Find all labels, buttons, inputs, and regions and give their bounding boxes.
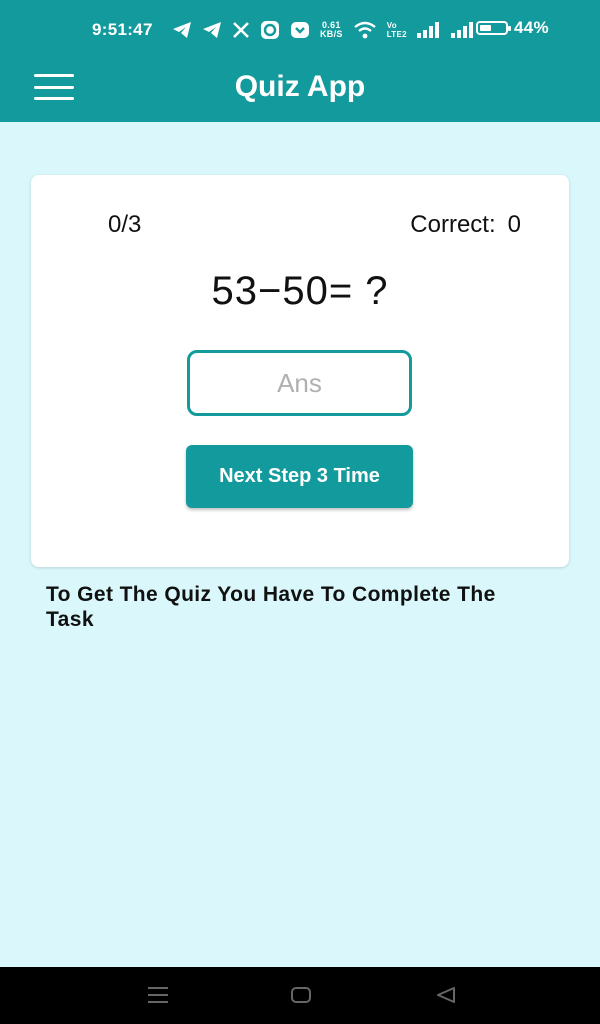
task-instruction: To Get The Quiz You Have To Complete The… [46, 583, 496, 631]
correct-label: Correct: [410, 211, 496, 238]
status-time: 9:51:47 [92, 20, 153, 39]
quiz-question: 53−50= ? [211, 269, 389, 313]
x-icon [232, 18, 250, 42]
page-title: Quiz App [234, 70, 366, 103]
signal-icon [450, 18, 475, 42]
correct-counter: Correct: 0 [410, 211, 521, 239]
telegram-icon [202, 18, 222, 42]
net-speed-unit: KB/S [320, 29, 343, 39]
telegram-icon [172, 18, 192, 42]
circle-app-icon [260, 18, 280, 42]
back-icon[interactable] [435, 985, 457, 1010]
battery-fill [480, 25, 491, 31]
signal-icon [416, 18, 441, 42]
battery-icon [476, 21, 511, 35]
next-step-button[interactable]: Next Step 3 Time [186, 445, 413, 508]
status-icons: 0.61 KB/S Vo LTE2 [172, 18, 475, 42]
battery-indicator: 44% [476, 18, 549, 38]
answer-input[interactable] [187, 350, 412, 416]
status-bar: 9:51:47 0.61 KB/S Vo LTE2 44% [0, 0, 600, 60]
volte-bottom: LTE2 [386, 30, 407, 39]
home-icon[interactable] [290, 985, 312, 1010]
toolbar: Quiz App [0, 60, 600, 122]
recent-apps-icon[interactable] [147, 985, 169, 1010]
volte-indicator: Vo LTE2 [387, 21, 407, 39]
pocket-icon [290, 18, 310, 42]
wifi-icon [353, 18, 377, 42]
quiz-progress: 0/3 [108, 211, 142, 238]
quiz-card: 0/3 Correct: 0 53−50= ? Next Step 3 Time [31, 175, 569, 567]
net-speed: 0.61 KB/S [320, 21, 343, 39]
correct-count: 0 [507, 211, 521, 238]
app-top-bar: 9:51:47 0.61 KB/S Vo LTE2 44% Quiz App [0, 0, 600, 122]
volte-top: Vo [386, 21, 397, 30]
system-nav-bar [0, 967, 600, 1024]
battery-percent: 44% [514, 18, 549, 37]
